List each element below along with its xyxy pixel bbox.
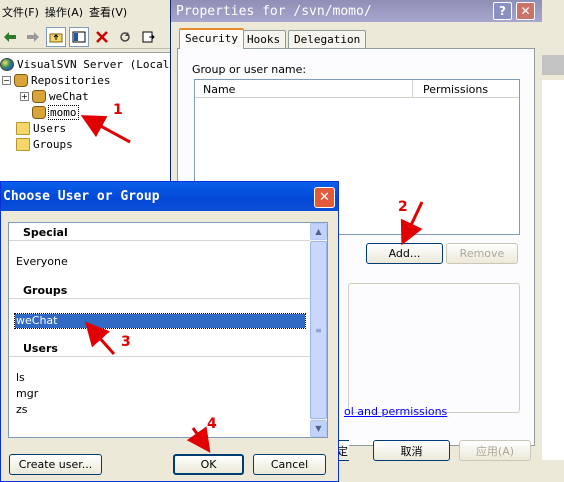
annotation-number-3: 3 bbox=[121, 334, 131, 350]
section-header-users: Users bbox=[9, 339, 310, 357]
properties-cancel-button[interactable]: 取消 bbox=[373, 440, 450, 461]
tab-hooks[interactable]: Hooks bbox=[241, 30, 287, 49]
folder-icon bbox=[16, 137, 30, 151]
tab-delegation[interactable]: Delegation bbox=[288, 30, 367, 49]
list-item-wechat[interactable]: weChat bbox=[14, 313, 306, 329]
properties-title-bar[interactable]: Properties for /svn/momo/ bbox=[171, 0, 543, 22]
tree-node-users[interactable]: Users bbox=[16, 120, 66, 136]
advanced-permissions-link[interactable]: ol and permissions bbox=[344, 405, 447, 418]
list-item-everyone[interactable]: Everyone bbox=[15, 255, 305, 269]
column-name[interactable]: Name bbox=[195, 80, 413, 97]
menu-action[interactable]: 操作(A) bbox=[45, 4, 83, 20]
toolbar bbox=[0, 25, 170, 49]
background-content-area bbox=[542, 80, 564, 460]
tree-node-groups[interactable]: Groups bbox=[16, 136, 73, 152]
repository-icon bbox=[32, 105, 46, 119]
forward-arrow-icon[interactable] bbox=[23, 27, 43, 47]
menu-bar: 文件(F) 操作(A) 查看(V) bbox=[0, 0, 170, 24]
scroll-thumb[interactable]: ≡ bbox=[310, 241, 327, 419]
properties-apply-button[interactable]: 应用(A) bbox=[459, 440, 531, 461]
choose-user-or-group-dialog: Choose User or Group ✕ Special Everyone … bbox=[0, 181, 339, 482]
menu-file[interactable]: 文件(F) bbox=[2, 4, 39, 20]
vertical-scrollbar[interactable]: ▲ ≡ ▼ bbox=[310, 223, 327, 437]
permissions-group-box bbox=[348, 283, 520, 413]
section-header-groups: Groups bbox=[9, 281, 310, 299]
background-header-strip bbox=[542, 55, 564, 75]
list-header: Name Permissions bbox=[195, 80, 519, 98]
user-group-list[interactable]: Special Everyone Groups weChat Users ls … bbox=[8, 222, 328, 438]
properties-title: Properties for /svn/momo/ bbox=[176, 3, 372, 19]
create-user-button[interactable]: Create user... bbox=[9, 454, 102, 475]
expand-icon[interactable]: + bbox=[20, 91, 29, 101]
tree-node-server[interactable]: VisualSVN Server (Local) bbox=[0, 56, 176, 72]
show-hide-tree-icon[interactable] bbox=[69, 26, 89, 47]
tree-node-repo-wechat[interactable]: + weChat bbox=[20, 88, 89, 104]
refresh-icon[interactable] bbox=[115, 27, 135, 47]
up-folder-icon[interactable] bbox=[46, 26, 66, 47]
help-icon[interactable]: ? bbox=[493, 2, 512, 20]
scroll-up-icon[interactable]: ▲ bbox=[310, 223, 327, 240]
repository-icon bbox=[32, 89, 46, 103]
collapse-icon[interactable]: − bbox=[2, 75, 11, 85]
export-icon[interactable] bbox=[138, 27, 158, 47]
list-item-mgr[interactable]: mgr bbox=[15, 387, 305, 401]
list-item-ls[interactable]: ls bbox=[15, 371, 305, 385]
tab-security[interactable]: Security bbox=[179, 28, 244, 49]
tree-node-repositories[interactable]: − Repositories bbox=[2, 72, 110, 88]
annotation-number-4: 4 bbox=[207, 416, 217, 432]
back-arrow-icon[interactable] bbox=[0, 27, 20, 47]
server-globe-icon bbox=[0, 57, 14, 71]
scroll-down-icon[interactable]: ▼ bbox=[310, 420, 327, 437]
menu-view[interactable]: 查看(V) bbox=[89, 4, 127, 20]
cancel-button[interactable]: Cancel bbox=[253, 454, 326, 475]
background-window-edge bbox=[542, 0, 564, 482]
column-permissions[interactable]: Permissions bbox=[413, 80, 498, 97]
annotation-number-1: 1 bbox=[113, 102, 123, 118]
choose-title: Choose User or Group bbox=[3, 189, 160, 204]
delete-icon[interactable] bbox=[92, 27, 112, 47]
list-item-zs[interactable]: zs bbox=[15, 403, 305, 417]
repositories-icon bbox=[14, 73, 28, 87]
close-icon[interactable]: ✕ bbox=[516, 2, 535, 20]
group-or-user-label: Group or user name: bbox=[192, 63, 307, 76]
annotation-number-2: 2 bbox=[398, 199, 408, 215]
close-icon[interactable]: ✕ bbox=[314, 187, 335, 208]
folder-icon bbox=[16, 121, 30, 135]
section-header-special: Special bbox=[9, 223, 310, 241]
choose-title-bar[interactable]: Choose User or Group bbox=[1, 182, 338, 211]
remove-button[interactable]: Remove bbox=[446, 243, 518, 264]
add-button[interactable]: Add... bbox=[366, 243, 443, 264]
tree-node-repo-momo[interactable]: momo bbox=[32, 104, 79, 120]
ok-button[interactable]: OK bbox=[173, 454, 244, 475]
